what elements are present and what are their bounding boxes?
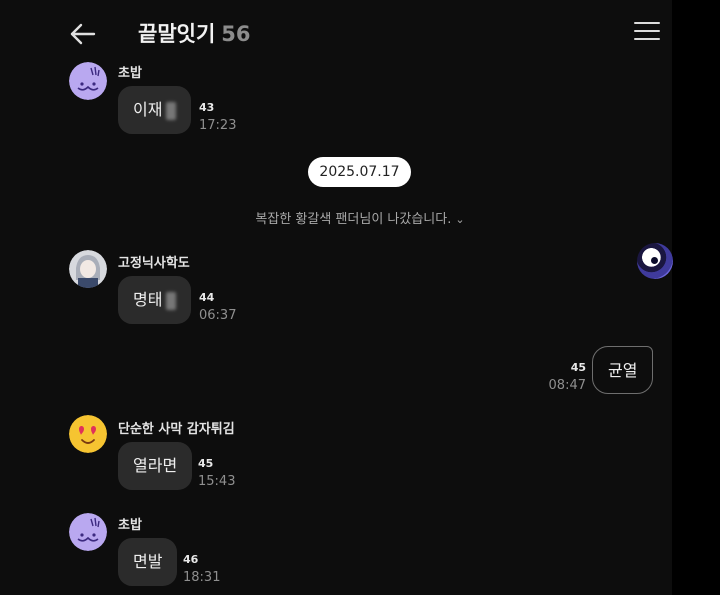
chat-screen: 끝말잇기 56 초밥 이재 43 17:23 2025.07.17 복잡한 황갈색… xyxy=(0,0,673,595)
message-text: 균열 xyxy=(608,361,638,380)
message-time: 18:31 xyxy=(183,570,221,585)
message-time: 17:23 xyxy=(199,118,237,133)
sender-name: 초밥 xyxy=(118,518,142,533)
my-message-bubble[interactable]: 균열 xyxy=(592,346,654,394)
unread-count: 45 xyxy=(198,457,214,470)
message-meta: 45 08:47 xyxy=(540,359,586,395)
message-time: 06:37 xyxy=(199,308,237,323)
unread-count: 45 xyxy=(570,361,586,374)
unread-count: 46 xyxy=(183,553,199,566)
message-time: 15:43 xyxy=(198,474,236,489)
hamburger-menu-icon[interactable] xyxy=(634,22,660,44)
message-bubble[interactable]: 명태 xyxy=(118,276,192,324)
unread-count: 44 xyxy=(199,291,215,304)
message-meta: 43 17:23 xyxy=(199,99,236,135)
unread-count: 43 xyxy=(199,101,215,114)
system-notice[interactable]: 복잡한 황갈색 팬더님이 나갔습니다. ⌄ xyxy=(0,208,720,227)
chat-room-title: 끝말잇기 56 xyxy=(138,18,251,48)
member-count: 56 xyxy=(221,22,251,46)
message-text: 열라면 xyxy=(133,456,178,475)
sender-name: 고정닉사학도 xyxy=(118,256,190,271)
message-text: 이재 xyxy=(133,100,163,119)
system-notice-text: 복잡한 황갈색 팬더님이 나갔습니다. xyxy=(255,212,452,227)
sender-name: 초밥 xyxy=(118,66,142,81)
avatar[interactable] xyxy=(69,415,107,453)
message-bubble[interactable]: 면발 xyxy=(118,538,178,586)
message-text: 명태 xyxy=(133,290,163,309)
sender-name: 단순한 사막 감자튀김 xyxy=(118,422,235,437)
redaction-blur xyxy=(166,101,177,120)
message-meta: 45 15:43 xyxy=(198,455,235,491)
message-meta: 46 18:31 xyxy=(183,551,220,587)
avatar[interactable] xyxy=(69,62,107,100)
message-time: 08:47 xyxy=(548,378,586,393)
room-name: 끝말잇기 xyxy=(138,22,216,46)
date-divider: 2025.07.17 xyxy=(308,157,411,187)
chat-header: 끝말잇기 56 xyxy=(0,0,672,66)
redaction-blur xyxy=(166,291,177,310)
message-bubble[interactable]: 열라면 xyxy=(118,442,193,490)
message-bubble[interactable]: 이재 xyxy=(118,86,192,134)
message-meta: 44 06:37 xyxy=(199,289,236,325)
arrow-left-icon xyxy=(70,23,96,45)
avatar[interactable] xyxy=(69,513,107,551)
floating-action-button[interactable] xyxy=(637,243,673,279)
chevron-down-icon: ⌄ xyxy=(455,213,465,226)
back-button[interactable] xyxy=(68,20,98,48)
message-text: 면발 xyxy=(133,552,163,571)
avatar[interactable] xyxy=(69,250,107,288)
